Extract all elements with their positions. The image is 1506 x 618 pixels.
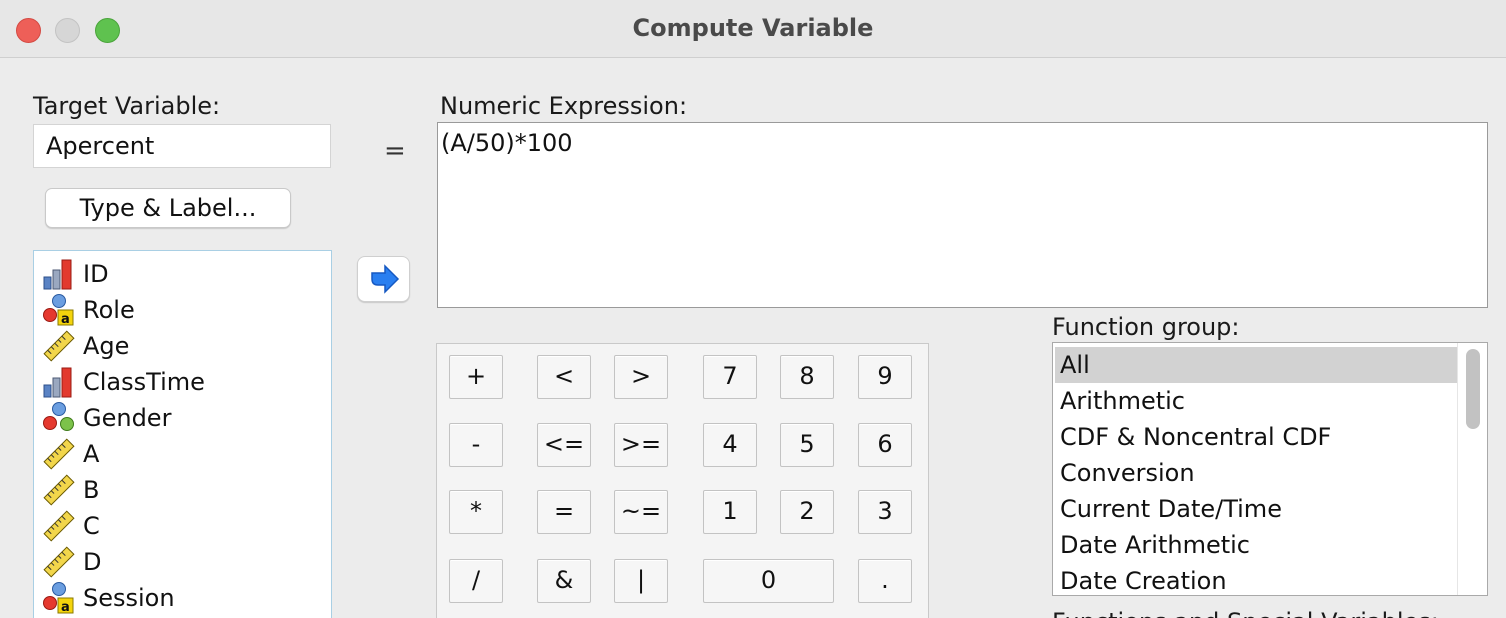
variable-item-age[interactable]: Age xyxy=(42,328,129,364)
calculator-keypad: + < > 7 8 9 - <= >= 4 5 6 * = ~= 1 2 3 /… xyxy=(436,343,929,618)
target-variable-label: Target Variable: xyxy=(33,92,221,120)
key-decimal[interactable]: . xyxy=(858,559,912,603)
key-plus[interactable]: + xyxy=(449,355,503,399)
key-4[interactable]: 4 xyxy=(703,423,757,467)
key-0[interactable]: 0 xyxy=(703,559,834,603)
variable-name: Gender xyxy=(83,404,172,432)
variable-item-session[interactable]: a Session xyxy=(42,580,175,616)
function-group-item-date-creation[interactable]: Date Creation xyxy=(1055,563,1457,599)
key-5[interactable]: 5 xyxy=(780,423,834,467)
ordinal-bar-icon xyxy=(43,259,72,290)
target-variable-input[interactable]: Apercent xyxy=(33,124,331,168)
compute-variable-window: Compute Variable Target Variable: Aperce… xyxy=(0,0,1506,618)
move-to-expression-button[interactable] xyxy=(357,256,410,302)
variable-name: Session xyxy=(83,584,175,612)
numeric-expression-input[interactable]: (A/50)*100 xyxy=(437,122,1488,308)
scrollbar-thumb[interactable] xyxy=(1466,349,1480,429)
scale-ruler-icon xyxy=(43,438,75,470)
type-and-label-button[interactable]: Type & Label... xyxy=(45,188,291,228)
variable-name: Age xyxy=(83,332,130,360)
numeric-expression-label: Numeric Expression: xyxy=(440,92,688,120)
arrow-right-icon xyxy=(371,264,400,294)
function-group-item-cdf[interactable]: CDF & Noncentral CDF xyxy=(1055,419,1457,455)
ordinal-bar-icon xyxy=(43,367,72,398)
variable-item-gender[interactable]: Gender xyxy=(42,400,171,436)
svg-text:a: a xyxy=(61,312,70,327)
variable-name: ID xyxy=(83,260,109,288)
variable-name: D xyxy=(83,548,102,576)
variable-name: Role xyxy=(83,296,135,324)
key-not-equal[interactable]: ~= xyxy=(614,490,668,534)
key-multiply[interactable]: * xyxy=(449,490,503,534)
key-3[interactable]: 3 xyxy=(858,490,912,534)
key-6[interactable]: 6 xyxy=(858,423,912,467)
scale-ruler-icon xyxy=(43,474,75,506)
nominal-string-icon: a xyxy=(43,294,74,327)
functions-special-variables-label: Functions and Special Variables: xyxy=(1052,608,1439,618)
key-1[interactable]: 1 xyxy=(703,490,757,534)
key-greater-equal[interactable]: >= xyxy=(614,423,668,467)
function-group-item-all[interactable]: All xyxy=(1055,347,1457,383)
variable-item-classtime[interactable]: ClassTime xyxy=(42,364,205,400)
function-group-scrollbar[interactable] xyxy=(1457,343,1487,595)
key-minus[interactable]: - xyxy=(449,423,503,467)
variable-item-role[interactable]: a Role xyxy=(42,292,135,328)
variable-name: C xyxy=(83,512,100,540)
key-or[interactable]: | xyxy=(614,559,668,603)
key-less-than[interactable]: < xyxy=(537,355,591,399)
title-bar: Compute Variable xyxy=(0,0,1506,58)
function-group-item-conversion[interactable]: Conversion xyxy=(1055,455,1457,491)
scale-ruler-icon xyxy=(43,546,75,578)
scale-ruler-icon xyxy=(43,330,75,362)
variable-item-id[interactable]: ID xyxy=(42,256,109,292)
key-8[interactable]: 8 xyxy=(780,355,834,399)
variable-item-d[interactable]: D xyxy=(42,544,101,580)
variable-item-b[interactable]: B xyxy=(42,472,99,508)
variable-list[interactable]: ID a Role Age ClassTime Gender A B C D a… xyxy=(33,250,332,618)
equals-sign: = xyxy=(384,136,406,166)
function-group-item-current-date-time[interactable]: Current Date/Time xyxy=(1055,491,1457,527)
function-group-item-arithmetic[interactable]: Arithmetic xyxy=(1055,383,1457,419)
key-7[interactable]: 7 xyxy=(703,355,757,399)
key-2[interactable]: 2 xyxy=(780,490,834,534)
nominal-string-icon: a xyxy=(43,582,74,615)
variable-item-c[interactable]: C xyxy=(42,508,100,544)
nominal-icon xyxy=(43,402,74,431)
variable-name: B xyxy=(83,476,100,504)
variable-name: ClassTime xyxy=(83,368,205,396)
key-equals[interactable]: = xyxy=(537,490,591,534)
scale-ruler-icon xyxy=(43,510,75,542)
function-group-list[interactable]: All Arithmetic CDF & Noncentral CDF Conv… xyxy=(1052,342,1488,596)
key-less-equal[interactable]: <= xyxy=(537,423,591,467)
key-9[interactable]: 9 xyxy=(858,355,912,399)
key-and[interactable]: & xyxy=(537,559,591,603)
function-group-label: Function group: xyxy=(1052,313,1240,341)
key-divide[interactable]: / xyxy=(449,559,503,603)
variable-name: A xyxy=(83,440,100,468)
key-greater-than[interactable]: > xyxy=(614,355,668,399)
function-group-item-date-arithmetic[interactable]: Date Arithmetic xyxy=(1055,527,1457,563)
variable-item-a[interactable]: A xyxy=(42,436,99,472)
window-title: Compute Variable xyxy=(632,14,874,42)
svg-text:a: a xyxy=(61,600,70,615)
